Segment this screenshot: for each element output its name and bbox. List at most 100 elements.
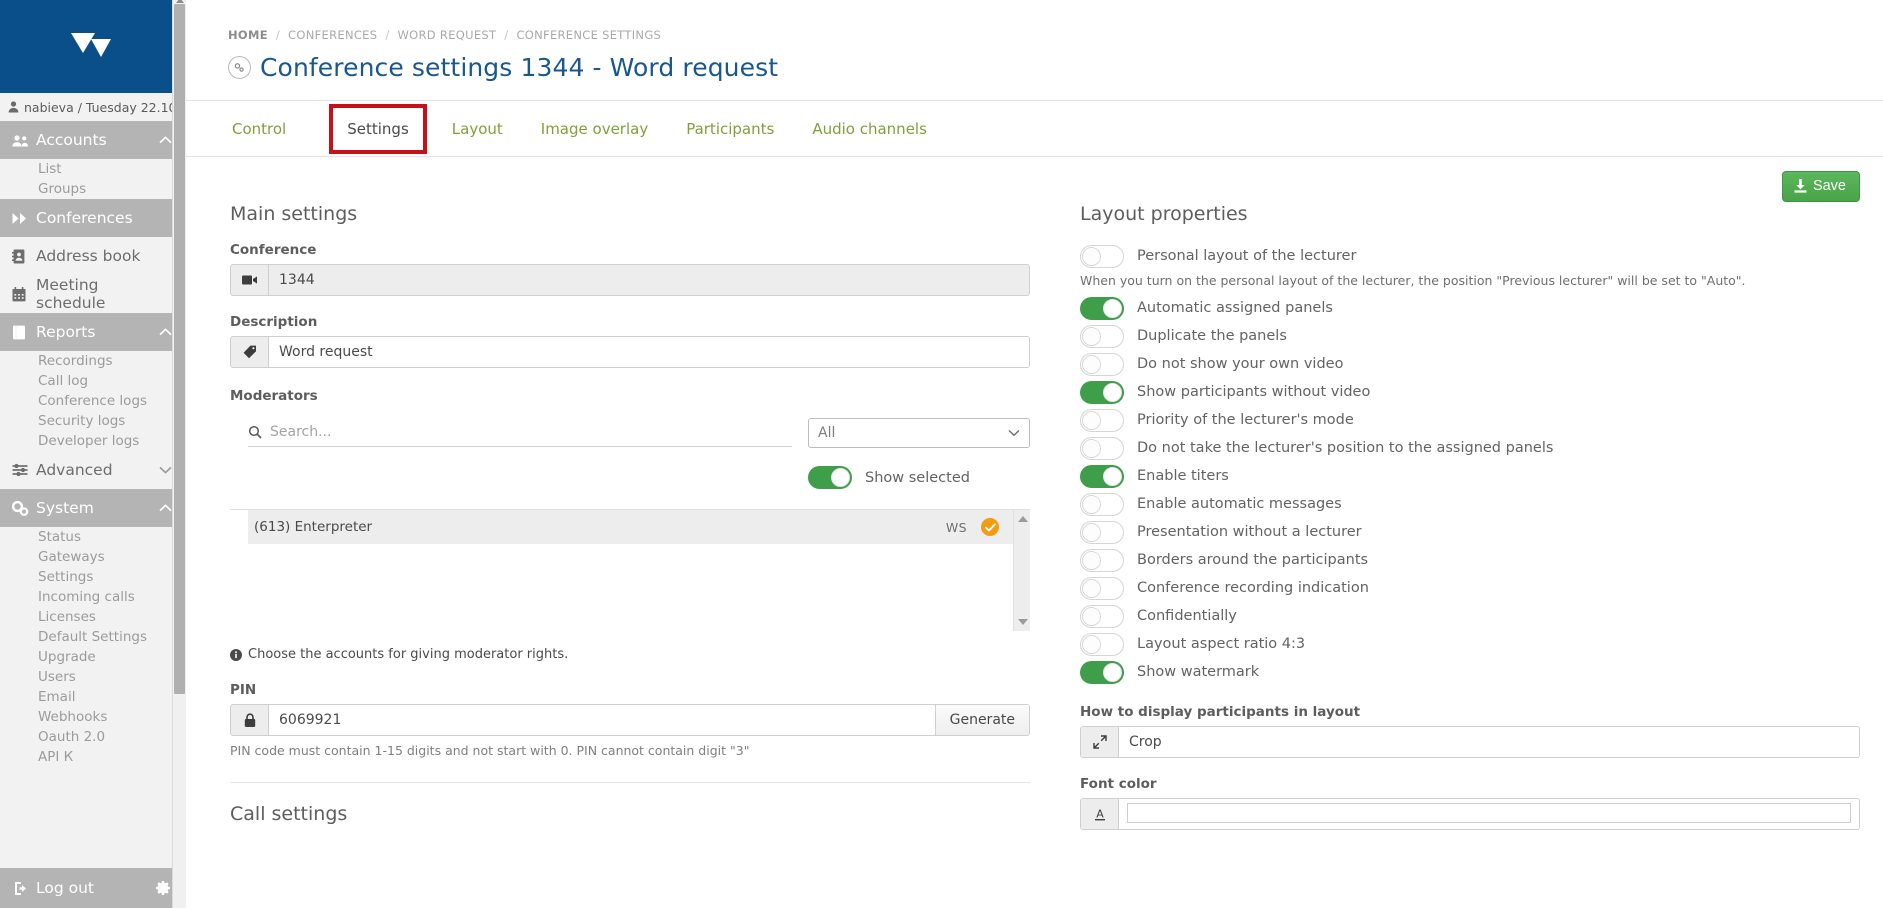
sidebar-item-security-logs[interactable]: Security logs [0, 411, 186, 431]
sidebar-item-gateways[interactable]: Gateways [0, 547, 186, 567]
gear-icon[interactable] [156, 880, 172, 896]
sidebar-item-recordings[interactable]: Recordings [0, 351, 186, 371]
tab-control[interactable]: Control [230, 116, 288, 142]
font-color-swatch[interactable] [1127, 803, 1851, 823]
layout-property-label: Layout aspect ratio 4:3 [1137, 636, 1306, 652]
toggle-automatic-assigned-panels[interactable] [1080, 296, 1124, 320]
sidebar-item-conference-logs[interactable]: Conference logs [0, 391, 186, 411]
toggle-enable-titers[interactable] [1080, 464, 1124, 488]
chevron-up-icon[interactable] [159, 135, 172, 146]
sidebar-group-conferences[interactable]: Conferences [0, 199, 186, 237]
description-field[interactable] [230, 336, 1030, 368]
table-row[interactable]: (613) Enterpreter WS [248, 510, 1013, 544]
font-color-field[interactable]: A [1080, 798, 1860, 830]
chevron-down-icon [1008, 425, 1020, 441]
sidebar-group-system[interactable]: System [0, 489, 186, 527]
gears-circle-icon [228, 56, 251, 79]
toggle-confidentially[interactable] [1080, 604, 1124, 628]
toggle-show-watermark[interactable] [1080, 660, 1124, 684]
sidebar-group-label: System [36, 499, 94, 517]
tab-audio-channels[interactable]: Audio channels [810, 116, 929, 142]
sidebar-scrollbar[interactable] [172, 0, 186, 908]
scrollbar-thumb[interactable] [174, 4, 185, 694]
toggle-show-participants-without-video[interactable] [1080, 380, 1124, 404]
sidebar-item-incoming-calls[interactable]: Incoming calls [0, 587, 186, 607]
moderator-filter-select[interactable]: All [808, 418, 1030, 448]
addressbook-icon [12, 249, 36, 264]
moderator-search-input[interactable] [270, 424, 792, 440]
show-selected-row: Show selected [808, 466, 1030, 489]
toggle-borders-around-the-participants[interactable] [1080, 548, 1124, 572]
toggle-enable-automatic-messages[interactable] [1080, 492, 1124, 516]
scroll-up-arrow-icon[interactable] [1018, 516, 1028, 522]
sidebar-group-meeting-schedule[interactable]: Meeting schedule [0, 275, 186, 313]
sidebar-item-users[interactable]: Users [0, 667, 186, 687]
sidebar-item-call-log[interactable]: Call log [0, 371, 186, 391]
layout-property-row: Show participants without video [1080, 378, 1860, 406]
toggle-duplicate-the-panels[interactable] [1080, 324, 1124, 348]
sidebar-item-licenses[interactable]: Licenses [0, 607, 186, 627]
toggle-personal-layout-of-the-lecturer[interactable] [1080, 244, 1124, 268]
sidebar-item-settings[interactable]: Settings [0, 567, 186, 587]
conference-field[interactable] [230, 264, 1030, 296]
scroll-up-arrow-icon[interactable] [176, 0, 184, 3]
layout-property-row: Do not take the lecturer's position to t… [1080, 434, 1860, 462]
breadcrumb-item-home[interactable]: HOME [228, 28, 268, 42]
scroll-down-arrow-icon[interactable] [1018, 619, 1028, 625]
logout-button[interactable]: Log out [14, 879, 156, 897]
page-title-row: Conference settings 1344 - Word request [186, 42, 1883, 101]
moderators-hint-text: Choose the accounts for giving moderator… [248, 647, 569, 662]
moderators-search-row: All Show selected [230, 410, 1030, 489]
toggle-priority-of-the-lecturer-s-mode[interactable] [1080, 408, 1124, 432]
sidebar-item-oauth-2-0[interactable]: Oauth 2.0 [0, 727, 186, 747]
pin-field[interactable]: Generate [230, 704, 1030, 736]
breadcrumb-item-conferences[interactable]: CONFERENCES [288, 28, 377, 42]
generate-pin-button[interactable]: Generate [934, 705, 1029, 735]
sidebar-item-email[interactable]: Email [0, 687, 186, 707]
sidebar-item-default-settings[interactable]: Default Settings [0, 627, 186, 647]
conference-input[interactable] [269, 265, 1029, 295]
layout-property-row: Personal layout of the lecturer [1080, 242, 1860, 270]
sidebar-item-upgrade[interactable]: Upgrade [0, 647, 186, 667]
svg-text:A: A [1096, 807, 1104, 820]
sidebar-item-groups[interactable]: Groups [0, 179, 186, 199]
toggle-do-not-take-the-lecturer-s-position-to-the-assigned-panels[interactable] [1080, 436, 1124, 460]
sidebar-item-webhooks[interactable]: Webhooks [0, 707, 186, 727]
sidebar-group-address-book[interactable]: Address book [0, 237, 186, 275]
chevron-up-icon[interactable] [159, 327, 172, 338]
display-mode-field[interactable] [1080, 726, 1860, 758]
tab-layout[interactable]: Layout [450, 116, 505, 142]
users-icon [12, 134, 36, 147]
toggle-conference-recording-indication[interactable] [1080, 576, 1124, 600]
main-settings-column: Main settings Conference Description Mod… [230, 203, 1030, 848]
brand-logo[interactable] [0, 0, 186, 93]
check-circle-icon[interactable] [981, 518, 999, 536]
sidebar-group-advanced[interactable]: Advanced [0, 451, 186, 489]
sidebar-group-reports[interactable]: Reports [0, 313, 186, 351]
toggle-presentation-without-a-lecturer[interactable] [1080, 520, 1124, 544]
sidebar-item-api[interactable]: API К [0, 747, 186, 767]
chevron-down-icon[interactable] [159, 465, 172, 476]
save-button[interactable]: Save [1781, 171, 1860, 202]
tab-participants[interactable]: Participants [684, 116, 776, 142]
breadcrumb-item-word-request[interactable]: WORD REQUEST [397, 28, 496, 42]
toggle-do-not-show-your-own-video[interactable] [1080, 352, 1124, 376]
show-selected-toggle[interactable] [808, 466, 852, 489]
chevron-up-icon[interactable] [159, 503, 172, 514]
moderator-name: (613) Enterpreter [254, 519, 373, 535]
sidebar-item-developer-logs[interactable]: Developer logs [0, 431, 186, 451]
tab-settings[interactable]: Settings [329, 103, 427, 154]
tab-image-overlay[interactable]: Image overlay [539, 116, 650, 142]
display-mode-input[interactable] [1119, 727, 1859, 757]
save-button-label: Save [1812, 178, 1846, 194]
moderator-search[interactable] [248, 418, 792, 447]
breadcrumb-item-conference-settings[interactable]: CONFERENCE SETTINGS [516, 28, 661, 42]
lock-icon [231, 705, 269, 735]
description-input[interactable] [269, 337, 1029, 367]
sidebar-item-list[interactable]: List [0, 159, 186, 179]
moderators-scrollbar[interactable] [1013, 510, 1030, 631]
toggle-layout-aspect-ratio-4-3[interactable] [1080, 632, 1124, 656]
sidebar-item-status[interactable]: Status [0, 527, 186, 547]
pin-input[interactable] [269, 705, 935, 735]
sidebar-group-accounts[interactable]: Accounts [0, 121, 186, 159]
